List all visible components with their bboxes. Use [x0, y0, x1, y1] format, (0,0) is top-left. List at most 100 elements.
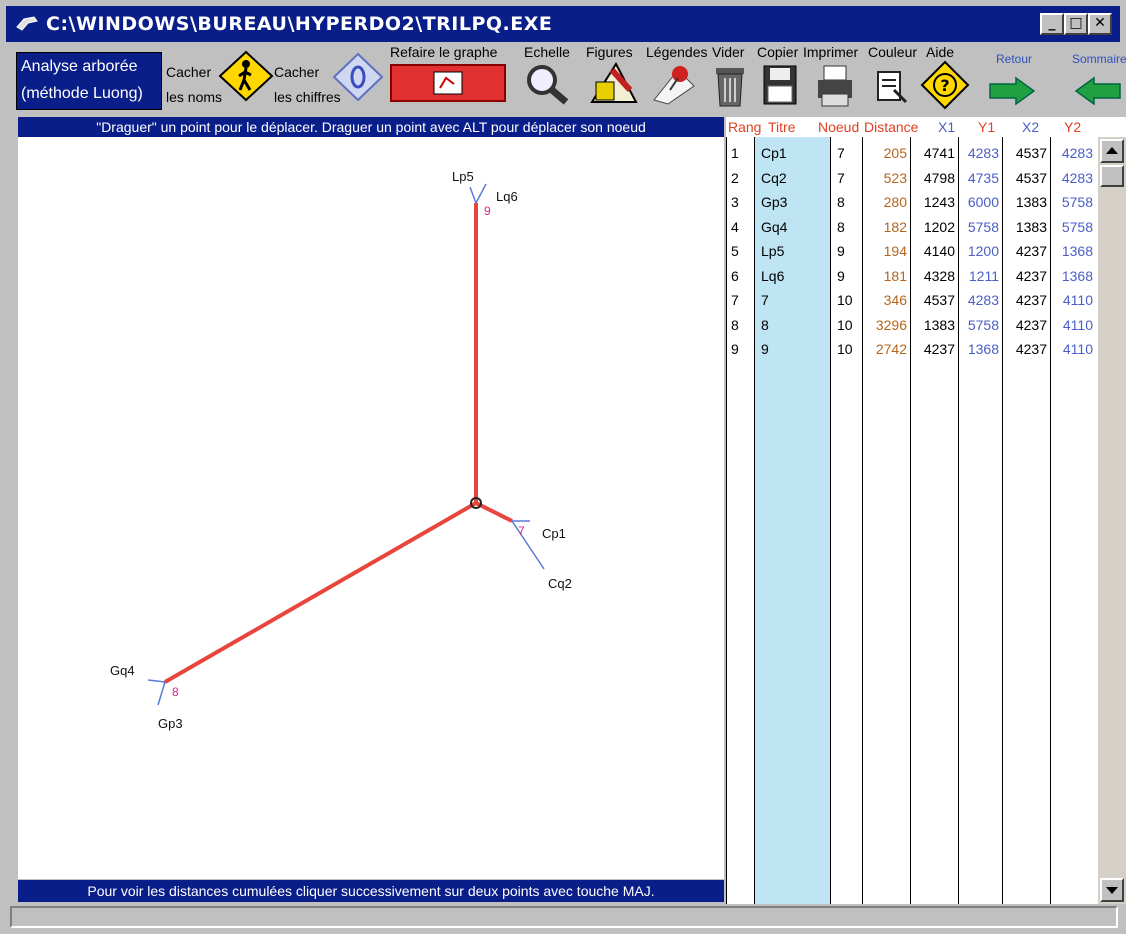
trash-can-icon[interactable] [710, 62, 750, 108]
node-label-9: 9 [484, 204, 491, 218]
cell-y2: 5758 [1061, 218, 1093, 235]
vider-label: Vider [712, 44, 745, 60]
cell-y2: 1368 [1061, 243, 1093, 259]
graph-canvas[interactable]: Lp5 Lq6 Cp1 Cq2 Gq4 Gp3 9 7 8 [18, 137, 724, 879]
leaf-label-gp3[interactable]: Gp3 [158, 716, 183, 731]
application-window: C:\WINDOWS\BUREAU\HYPERDO2\TRILPQ.EXE _ … [0, 0, 1126, 934]
refaire-label: Refaire le graphe [390, 44, 498, 60]
refaire-graphe-button[interactable] [390, 64, 506, 102]
cell-rang: 8 [731, 316, 739, 333]
table-row[interactable]: 7 7 10 346 4537 4283 4237 4110 [727, 289, 1099, 311]
leaf-label-cp1[interactable]: Cp1 [542, 526, 566, 541]
cacher-noms-label-1[interactable]: Cacher [166, 64, 211, 80]
minimize-button[interactable]: _ [1040, 13, 1064, 35]
status-bar [10, 906, 1118, 928]
scroll-down-button[interactable] [1100, 878, 1124, 902]
cell-y2: 4283 [1061, 145, 1093, 161]
bottom-message: Pour voir les distances cumulées cliquer… [18, 880, 724, 902]
cell-x2: 4237 [1015, 292, 1047, 308]
leaf-label-lq6[interactable]: Lq6 [496, 189, 518, 204]
table-row[interactable]: 9 9 10 2742 4237 1368 4237 4110 [727, 338, 1099, 360]
table-row[interactable]: 6 Lq6 9 181 4328 1211 4237 1368 [727, 265, 1099, 287]
printer-icon[interactable] [814, 64, 856, 108]
zero-sign-icon[interactable] [332, 52, 384, 102]
header-y2: Y2 [1064, 119, 1082, 135]
edge-9-lp5 [469, 186, 477, 204]
analyse-label-1: Analyse arborée [21, 58, 138, 75]
cell-x2: 1383 [1015, 194, 1047, 210]
figures-icon[interactable] [586, 60, 642, 106]
header-titre: Titre [768, 119, 796, 135]
analyse-arboree-button[interactable]: Analyse arborée (méthode Luong) [16, 52, 162, 110]
cacher-noms-label-2[interactable]: les noms [166, 89, 222, 105]
leaf-label-cq2[interactable]: Cq2 [548, 576, 572, 591]
cell-distance: 181 [883, 267, 907, 284]
close-button[interactable]: ✕ [1088, 13, 1112, 35]
cell-noeud: 10 [837, 341, 853, 357]
help-question-icon[interactable]: ? [920, 60, 970, 110]
echelle-label: Echelle [524, 44, 570, 60]
edge-9-lq6 [475, 183, 487, 204]
legendes-label: Légendes [646, 44, 708, 60]
cell-titre: Gq4 [761, 218, 788, 235]
pedestrian-sign-icon[interactable] [218, 50, 274, 102]
floppy-disk-icon[interactable] [760, 62, 800, 108]
cell-x2: 4537 [1015, 145, 1047, 161]
table-row[interactable]: 4 Gq4 8 182 1202 5758 1383 5758 [727, 216, 1099, 238]
cacher-chiffres-label-2[interactable]: les chiffres [274, 89, 341, 105]
color-document-icon[interactable] [874, 68, 910, 104]
table-row[interactable]: 5 Lp5 9 194 4140 1200 4237 1368 [727, 240, 1099, 262]
legend-pin-icon[interactable] [648, 60, 700, 106]
table-row[interactable]: 2 Cq2 7 523 4798 4735 4537 4283 [727, 167, 1099, 189]
cell-titre: 8 [761, 316, 769, 333]
leaf-label-lp5[interactable]: Lp5 [452, 169, 474, 184]
cell-x1: 1202 [923, 218, 955, 235]
cell-titre: Lq6 [761, 267, 785, 284]
cell-titre: 7 [761, 292, 769, 308]
table-scrollbar[interactable] [1098, 137, 1126, 904]
couleur-label: Couleur [868, 44, 918, 60]
cell-y1: 1368 [967, 341, 999, 357]
cacher-chiffres-label-1[interactable]: Cacher [274, 64, 319, 80]
cell-x1: 4328 [923, 267, 955, 284]
cell-distance: 3296 [875, 316, 907, 333]
scroll-up-button[interactable] [1100, 139, 1124, 163]
cell-x2: 4237 [1015, 341, 1047, 357]
graph-redraw-icon [433, 71, 463, 95]
cell-x2: 4237 [1015, 243, 1047, 259]
aide-label: Aide [926, 44, 955, 60]
cell-y2: 4283 [1061, 169, 1093, 186]
cell-y2: 4110 [1062, 341, 1093, 357]
table-header: Rang Titre Noeud Distance X1 Y1 X2 Y2 [726, 117, 1126, 137]
cell-noeud: 9 [837, 267, 845, 284]
maximize-button[interactable]: □ [1064, 13, 1088, 35]
cell-y2: 4110 [1062, 292, 1093, 308]
cell-x2: 1383 [1015, 218, 1047, 235]
header-noeud: Noeud [818, 119, 860, 135]
header-x2: X2 [1022, 119, 1040, 135]
table-row[interactable]: 1 Cp1 7 205 4741 4283 4537 4283 [727, 142, 1099, 164]
figures-label: Figures [586, 44, 633, 60]
svg-text:?: ? [940, 76, 949, 95]
cell-rang: 5 [731, 243, 739, 259]
table-row[interactable]: 8 8 10 3296 1383 5758 4237 4110 [727, 314, 1099, 336]
arrow-right-icon[interactable] [988, 76, 1036, 106]
cell-noeud: 10 [837, 316, 853, 333]
tree-graph: Lp5 Lq6 Cp1 Cq2 Gq4 Gp3 9 7 8 [110, 169, 572, 731]
arrow-left-icon[interactable] [1074, 76, 1122, 106]
scroll-thumb[interactable] [1100, 165, 1124, 187]
cell-rang: 4 [731, 218, 739, 235]
cell-y2: 4110 [1062, 316, 1093, 333]
cell-x1: 1243 [923, 194, 955, 210]
header-x1: X1 [938, 119, 956, 135]
cell-rang: 9 [731, 341, 739, 357]
data-table: 1 Cp1 7 205 4741 4283 4537 4283 2 Cq2 7 523 4798 4735… [726, 137, 1098, 904]
arrow-down-icon [1106, 887, 1118, 894]
cell-titre: Gp3 [761, 194, 788, 210]
cell-distance: 182 [883, 218, 907, 235]
cell-noeud: 7 [837, 169, 845, 186]
copier-label: Copier [757, 44, 799, 60]
leaf-label-gq4[interactable]: Gq4 [110, 663, 135, 678]
magnifier-icon[interactable] [522, 62, 572, 106]
table-row[interactable]: 3 Gp3 8 280 1243 6000 1383 5758 [727, 191, 1099, 213]
